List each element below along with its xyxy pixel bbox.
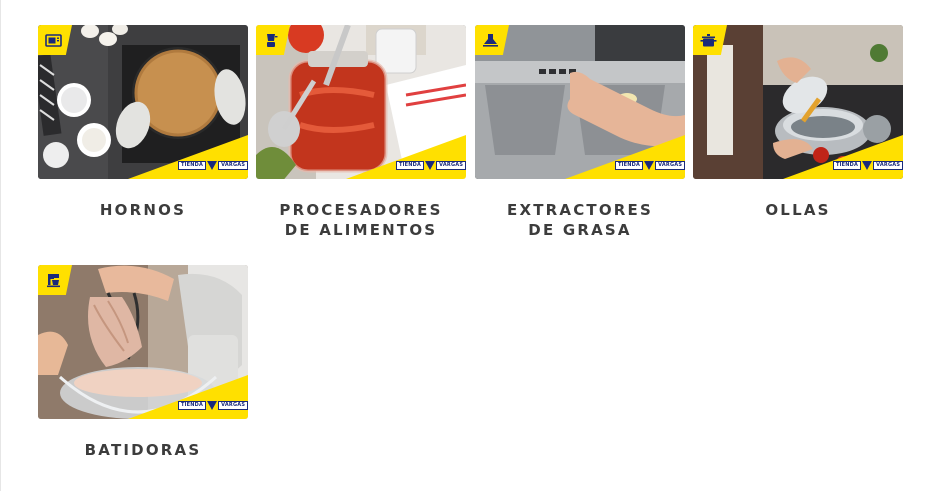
brand-logo-right: VARGAS [655, 160, 685, 170]
category-title-ollas[interactable]: OLLAS [693, 200, 903, 220]
brand-logo: TIENDA VARGAS [178, 399, 248, 411]
category-title-extractores[interactable]: EXTRACTORES DE GRASA [475, 200, 685, 240]
brand-logo-left: TIENDA [833, 160, 862, 170]
stand-mixer-icon [46, 273, 60, 287]
category-image-extractores[interactable]: TIENDA VARGAS [475, 25, 685, 179]
category-title-hornos[interactable]: HORNOS [38, 200, 248, 220]
range-hood-icon [482, 33, 498, 47]
brand-logo-right: VARGAS [873, 160, 903, 170]
brand-logo: TIENDA VARGAS [615, 159, 685, 171]
brand-logo: TIENDA VARGAS [833, 159, 903, 171]
brand-logo-left: TIENDA [178, 400, 207, 410]
microwave-oven-icon [44, 33, 62, 47]
category-title-batidoras[interactable]: BATIDORAS [38, 440, 248, 460]
brand-logo-v-mark [207, 400, 218, 410]
brand-logo-v-mark [862, 160, 873, 170]
brand-logo-v-mark [425, 160, 436, 170]
brand-logo-left: TIENDA [615, 160, 644, 170]
brand-logo-v-mark [644, 160, 655, 170]
blender-icon [266, 33, 277, 47]
category-image-batidoras[interactable]: TIENDA VARGAS [38, 265, 248, 419]
category-card-batidoras[interactable]: TIENDA VARGAS BATIDORAS [38, 265, 248, 460]
category-image-ollas[interactable]: TIENDA VARGAS [693, 25, 903, 179]
brand-logo-left: TIENDA [178, 160, 207, 170]
category-card-extractores[interactable]: TIENDA VARGAS EXTRACTORES DE GRASA [475, 25, 685, 240]
brand-logo-right: VARGAS [218, 160, 248, 170]
brand-logo-v-mark [207, 160, 218, 170]
category-image-hornos[interactable]: TIENDA VARGAS [38, 25, 248, 179]
category-title-procesadores[interactable]: PROCESADORES DE ALIMENTOS [256, 200, 466, 240]
brand-logo-left: TIENDA [396, 160, 425, 170]
brand-logo: TIENDA VARGAS [178, 159, 248, 171]
cooking-pot-icon [700, 33, 716, 46]
brand-logo: TIENDA VARGAS [396, 159, 466, 171]
category-card-ollas[interactable]: TIENDA VARGAS OLLAS [693, 25, 903, 220]
category-card-procesadores[interactable]: TIENDA VARGAS PROCESADORES DE ALIMENTOS [256, 25, 466, 240]
category-grid: TIENDA VARGAS HORNOS TIENDA VARGAS PROCE… [0, 0, 942, 491]
category-image-procesadores[interactable]: TIENDA VARGAS [256, 25, 466, 179]
category-card-hornos[interactable]: TIENDA VARGAS HORNOS [38, 25, 248, 220]
brand-logo-right: VARGAS [218, 400, 248, 410]
brand-logo-right: VARGAS [436, 160, 466, 170]
